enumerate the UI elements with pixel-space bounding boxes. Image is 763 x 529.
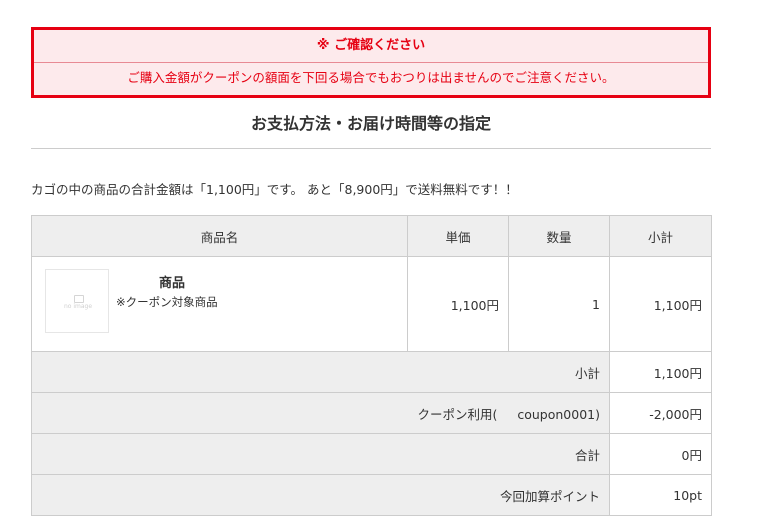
header-quantity: 数量 bbox=[508, 215, 610, 257]
image-placeholder-icon bbox=[74, 295, 84, 303]
header-subtotal: 小計 bbox=[609, 215, 712, 257]
table-row: no image 商品 ※クーポン対象商品 1,100円 1 1,100円 bbox=[31, 256, 712, 352]
points-label: 今回加算ポイント bbox=[31, 474, 610, 516]
item-unit-price: 1,100円 bbox=[407, 256, 509, 352]
item-quantity: 1 bbox=[508, 256, 610, 352]
coupon-label-cell: クーポン利用( coupon0001) bbox=[31, 392, 610, 434]
section-divider bbox=[31, 148, 711, 149]
cart-table: 商品名 単価 数量 小計 no image 商品 ※クーポン対象商品 1,100… bbox=[31, 215, 712, 516]
points-value: 10pt bbox=[609, 474, 712, 516]
coupon-label: クーポン利用( bbox=[417, 406, 498, 422]
subtotal-value: 1,100円 bbox=[609, 351, 712, 393]
subtotal-label: 小計 bbox=[31, 351, 610, 393]
coupon-code: coupon0001) bbox=[517, 406, 600, 422]
coupon-discount-value: -2,000円 bbox=[609, 392, 712, 434]
total-label: 合計 bbox=[31, 433, 610, 475]
item-subtotal: 1,100円 bbox=[609, 256, 712, 352]
total-value: 0円 bbox=[609, 433, 712, 475]
section-title: お支払方法・お届け時間等の指定 bbox=[250, 114, 491, 133]
cart-summary-text: カゴの中の商品の合計金額は「1,100円」です。 あと「8,900円」で送料無料… bbox=[31, 182, 518, 197]
coupon-row: クーポン利用( coupon0001) -2,000円 bbox=[31, 392, 712, 434]
product-coupon-note: ※クーポン対象商品 bbox=[116, 295, 218, 309]
points-row: 今回加算ポイント 10pt bbox=[31, 474, 712, 516]
header-product-name: 商品名 bbox=[31, 215, 408, 257]
thumbnail-placeholder-text: no image bbox=[63, 303, 93, 310]
total-row: 合計 0円 bbox=[31, 433, 712, 475]
notice-message: ご購入金額がクーポンの額面を下回る場合でもおつりは出ませんのでご注意ください。 bbox=[127, 70, 615, 85]
coupon-notice-box: ※ ご確認ください ご購入金額がクーポンの額面を下回る場合でもおつりは出ませんの… bbox=[31, 27, 711, 98]
product-cell: no image 商品 ※クーポン対象商品 bbox=[31, 256, 408, 352]
subtotal-row: 小計 1,100円 bbox=[31, 351, 712, 393]
product-thumbnail[interactable]: no image bbox=[45, 269, 109, 333]
product-name[interactable]: 商品 bbox=[159, 272, 185, 291]
cart-table-header-row: 商品名 単価 数量 小計 bbox=[31, 215, 712, 257]
notice-title: ※ ご確認ください bbox=[34, 30, 708, 63]
header-unit-price: 単価 bbox=[407, 215, 509, 257]
